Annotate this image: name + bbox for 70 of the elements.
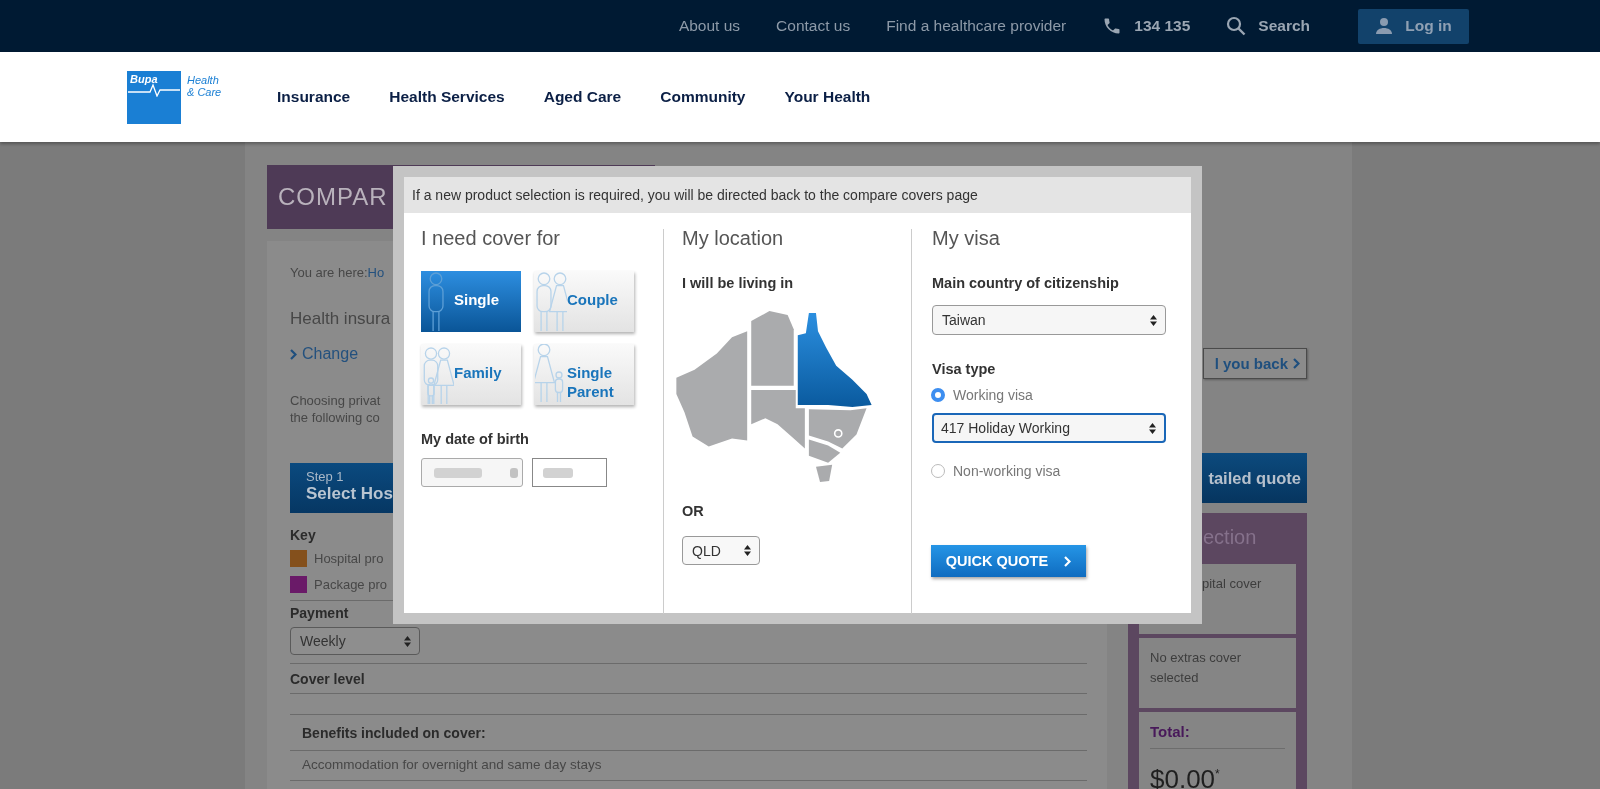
up-down-arrows-icon [1150,313,1157,327]
benefits-heading: Benefits included on cover: [302,725,486,743]
search-button[interactable]: Search [1226,16,1310,36]
field-label: My date of birth [421,431,530,447]
visa-dropdown[interactable]: 417 Holiday Working [932,413,1166,443]
section-heading: Health insura [290,309,391,329]
legend-label: Hospital pro [314,550,384,566]
intro-text: the following co [290,409,380,426]
benefit-text: Accommodation for overnight and same day stays [302,757,602,774]
family-icon [422,344,454,405]
couple-icon [535,271,567,332]
date-dropdown[interactable] [421,458,523,487]
country-dropdown[interactable]: Taiwan [932,305,1166,335]
column-heading: My visa [932,227,1001,251]
hospital-cover-text: pital cover [1202,575,1263,593]
chevron-icon [1293,358,1300,369]
field-label: I will be living in [682,275,795,291]
nav-menu-item[interactable]: Your Health [784,88,871,106]
user-icon [1375,17,1394,35]
login-button[interactable]: Log in [1358,8,1469,44]
nav-menu-item[interactable]: Community [660,88,746,106]
logo-tile[interactable]: Bupa [127,70,181,124]
column-heading: I need cover for [421,227,561,251]
up-down-arrows-icon [1149,421,1156,435]
cover-option[interactable]: Single [421,271,521,332]
radio-label[interactable]: Non-working visa [953,463,1061,479]
column-heading: My location [682,227,785,251]
total-label: Total: [1150,722,1285,749]
up-down-arrows-icon [744,544,751,557]
chevron-icon [290,348,297,360]
extras-cover-text: No extras cover selected [1150,649,1243,687]
key-title: Key [290,527,316,543]
cover-option[interactable]: Single Parent [534,344,634,405]
nav-link[interactable]: Contact us [776,17,851,35]
brand-name: Bupa [130,72,158,85]
or-label: OR [682,503,705,519]
cover-option[interactable]: Couple [534,271,634,332]
step-label: Step 1 [306,469,344,484]
date-field[interactable] [532,458,607,487]
phone-icon [1102,16,1123,36]
quote-banner[interactable]: tailed quote [1202,453,1307,503]
cover-level-label: Cover level [290,671,365,688]
cover-option[interactable]: Family [421,344,521,405]
state-dropdown[interactable]: QLD [682,536,760,565]
up-down-arrows-icon [404,634,411,648]
notice-bar: If a new product selection is required, you will be directed back to the compare covers page [404,177,1191,213]
field-label: Visa type [932,361,997,377]
nav-menu-item[interactable]: Insurance [277,88,351,106]
payment-label: Payment [290,605,349,621]
radio-button[interactable] [931,388,945,402]
logo-tagline: & Care [187,85,222,98]
nav-menu-item[interactable]: Aged Care [543,88,622,106]
nav-link[interactable]: About us [678,17,741,35]
nav-link[interactable]: Find a healthcare provider [886,17,1067,35]
nav-menu-item[interactable]: Health Services [389,88,505,106]
intro-text: Choosing privat [290,392,381,409]
radio-label[interactable]: Working visa [953,387,1033,403]
total-amount: $0.00$^{*}$ [1150,762,1221,789]
legend-label: Package pro [314,576,387,592]
radio-button[interactable] [931,464,945,478]
quick-quote-button[interactable]: QUICK QUOTE [931,545,1086,577]
chevron-icon [1064,555,1072,567]
breadcrumb-label: You are here: [290,265,368,280]
search-icon [1226,16,1247,36]
phone-link[interactable]: 134 135 [1102,16,1191,36]
step-title: Select Hos [306,484,393,504]
payment-dropdown[interactable]: Weekly [290,627,420,655]
australia-map-drawing[interactable] [676,311,873,483]
field-label: Main country of citizenship [932,275,1120,291]
logo-tagline: Health [187,73,220,86]
